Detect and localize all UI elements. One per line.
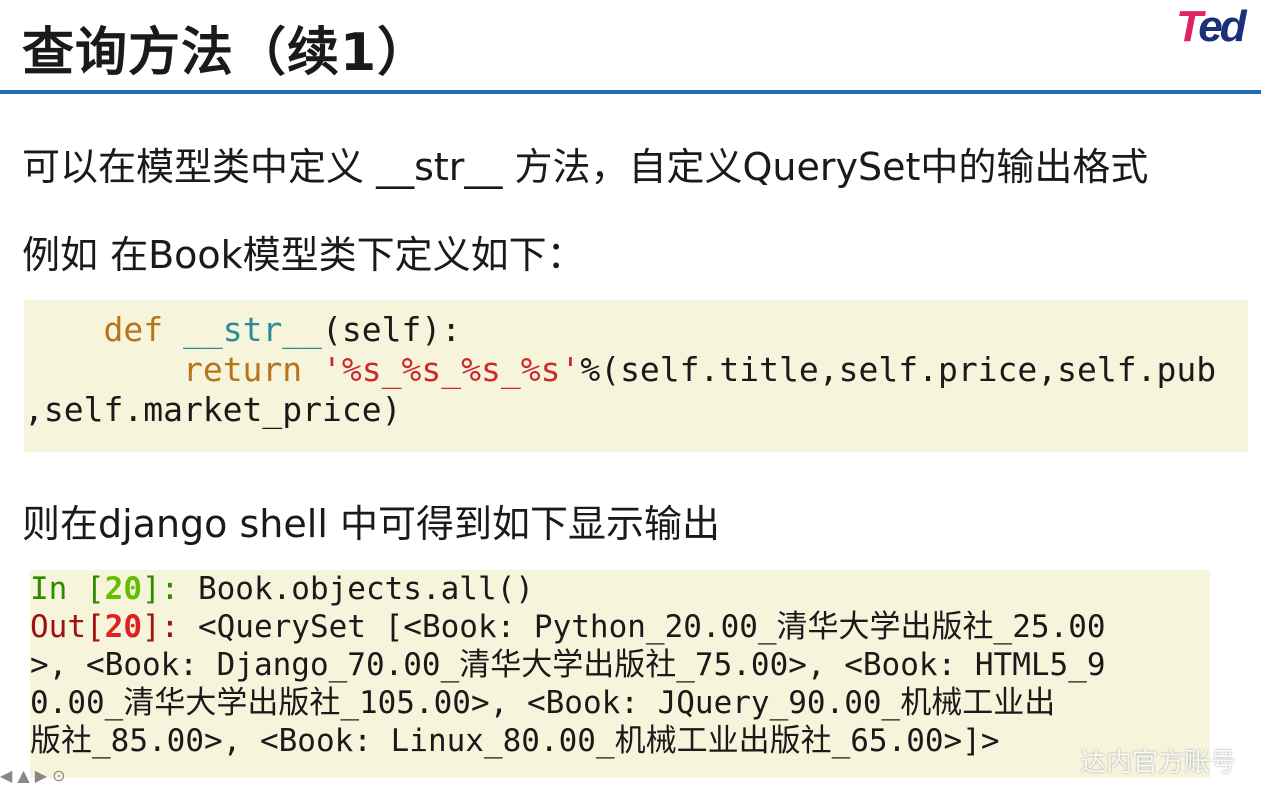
shell-output-block: In [20]: Book.objects.all() Out[20]: <Qu… xyxy=(30,570,1210,778)
tedu-logo: Ted xyxy=(1176,2,1247,51)
paragraph-intro: 可以在模型类中定义 __str__ 方法，自定义QuerySet中的输出格式 xyxy=(22,145,1149,189)
slide-nav-controls[interactable]: ◀ ▲ ▶ ⊙ xyxy=(0,766,66,785)
paragraph-example: 例如 在Book模型类下定义如下： xyxy=(22,233,585,277)
watermark: 达内官方账号 xyxy=(1080,748,1237,778)
code-block: def __str__(self): return '%s_%s_%s_%s'%… xyxy=(24,300,1248,452)
slide-title: 查询方法（续1） xyxy=(22,23,431,83)
title-divider xyxy=(0,90,1261,94)
paragraph-shell: 则在django shell 中可得到如下显示输出 xyxy=(22,502,720,546)
